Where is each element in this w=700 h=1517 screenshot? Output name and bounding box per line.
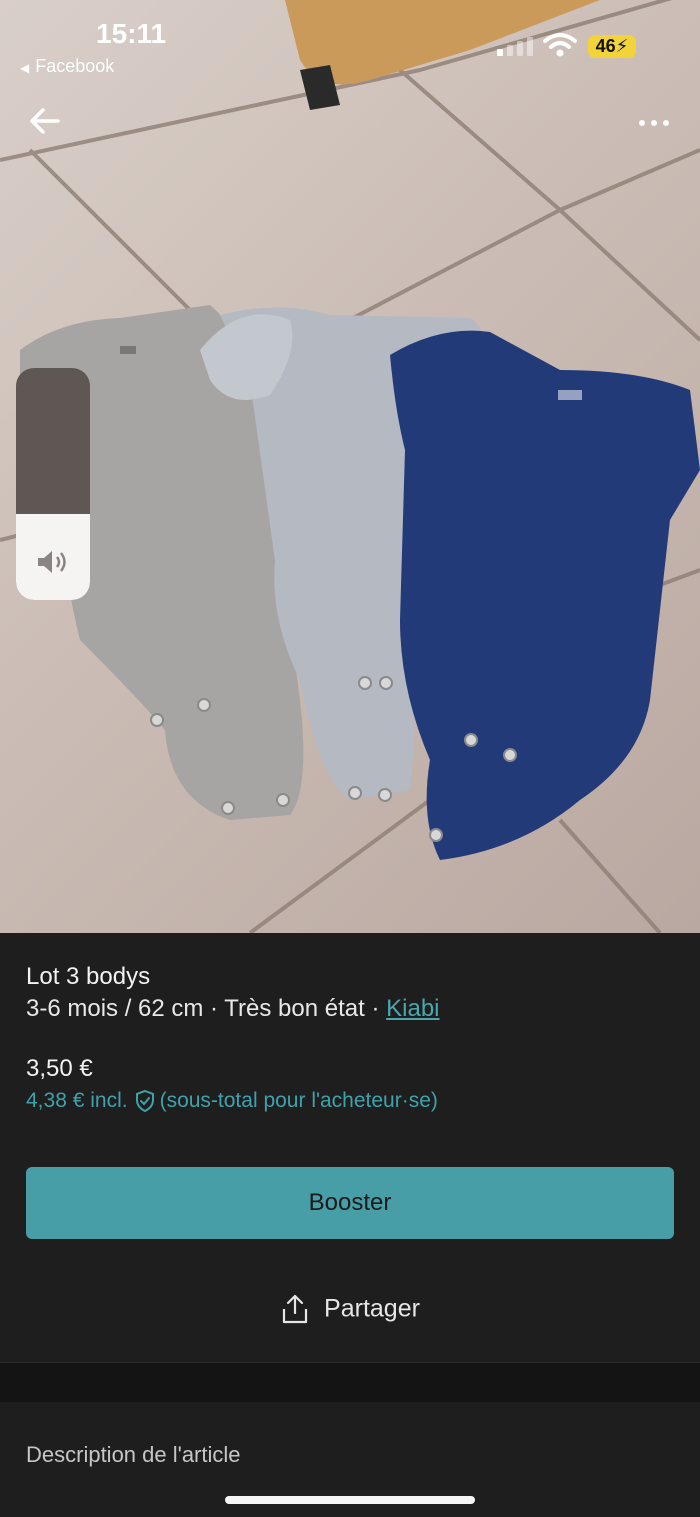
item-photo[interactable] bbox=[0, 0, 700, 933]
wifi-icon bbox=[543, 33, 577, 57]
item-photo-illustration bbox=[0, 0, 700, 933]
battery-charging-icon: 46⚡ bbox=[588, 35, 636, 58]
status-time: 15:11 bbox=[96, 18, 167, 49]
description-title: Description de l'article bbox=[26, 1442, 241, 1467]
listing-details-text: 3-6 mois / 62 cm · Très bon état · bbox=[26, 995, 387, 1022]
share-label: Partager bbox=[324, 1294, 420, 1323]
buyer-price-note: (sous-total pour l'acheteur·se) bbox=[159, 1089, 438, 1112]
brand-link[interactable]: Kiabi bbox=[386, 995, 439, 1022]
share-icon bbox=[282, 1294, 308, 1324]
speaker-icon bbox=[38, 551, 66, 573]
listing-title: Lot 3 bodys bbox=[26, 963, 151, 990]
volume-hud bbox=[16, 368, 90, 600]
booster-button[interactable]: Booster bbox=[26, 1167, 674, 1239]
buyer-price-link[interactable]: 4,38 € incl. (sous-total pour l'acheteur… bbox=[26, 1089, 438, 1113]
listing-price: 3,50 € bbox=[26, 1055, 93, 1082]
listing-info: Lot 3 bodys 3-6 mois / 62 cm · Très bon … bbox=[0, 933, 700, 1363]
listing-details: 3-6 mois / 62 cm · Très bon état · Kiabi bbox=[26, 995, 440, 1023]
home-indicator[interactable] bbox=[225, 1496, 475, 1504]
signal-icon bbox=[497, 37, 533, 56]
share-button[interactable]: Partager bbox=[0, 1293, 700, 1325]
section-divider bbox=[0, 1362, 700, 1402]
back-triangle-icon: ◀ bbox=[20, 61, 30, 75]
back-to-app-link[interactable]: ◀ Facebook bbox=[20, 56, 114, 77]
arrow-left-icon[interactable] bbox=[28, 104, 62, 138]
buyer-price: 4,38 € incl. bbox=[26, 1089, 128, 1112]
battery-level: 46 bbox=[595, 36, 616, 56]
status-bar: 15:11 ◀ Facebook 46⚡ bbox=[0, 0, 700, 90]
back-app-label: Facebook bbox=[35, 56, 115, 76]
shield-check-icon bbox=[135, 1089, 154, 1113]
more-dots-icon[interactable] bbox=[632, 108, 676, 138]
